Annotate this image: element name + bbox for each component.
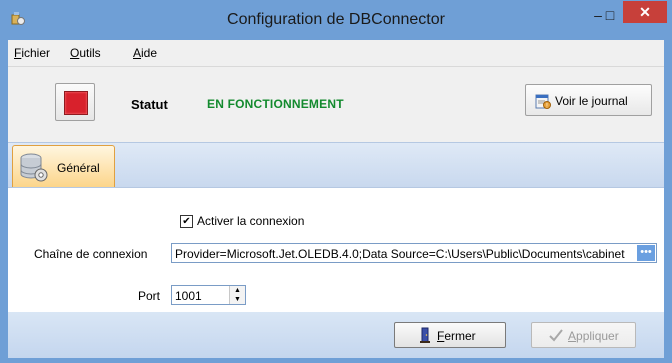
title-bar[interactable]: Configuration de DBConnector – □ ✕ — [0, 0, 672, 40]
checkmark-icon — [549, 329, 563, 342]
stop-service-button[interactable] — [55, 83, 95, 121]
tab-general-label: Général — [57, 161, 100, 175]
port-spin-buttons[interactable]: ▲ ▼ — [229, 286, 245, 304]
view-log-button[interactable]: ! Voir le journal — [525, 84, 652, 116]
connection-string-label: Chaîne de connexion — [34, 247, 148, 261]
port-stepper[interactable]: 1001 ▲ ▼ — [171, 285, 246, 305]
status-label: Statut — [131, 97, 168, 112]
connection-string-field[interactable]: Provider=Microsoft.Jet.OLEDB.4.0;Data So… — [171, 243, 657, 263]
close-button[interactable]: Fermer — [394, 322, 506, 348]
view-log-label: Voir le journal — [555, 94, 628, 108]
apply-label-rest: ppliquer — [576, 329, 619, 343]
general-panel: ✔ Activer la connexion Chaîne de connexi… — [8, 187, 664, 313]
menu-fichier[interactable]: Fichier — [14, 46, 50, 60]
menu-aide[interactable]: Aide — [133, 46, 157, 60]
log-icon: ! — [535, 94, 551, 109]
menu-fichier-label: ichier — [21, 46, 51, 60]
port-label: Port — [138, 289, 161, 303]
menu-aide-label: ide — [141, 46, 158, 60]
menu-outils[interactable]: Outils — [70, 46, 101, 60]
spin-up-icon[interactable]: ▲ — [230, 286, 245, 295]
apply-button[interactable]: Appliquer — [531, 322, 636, 348]
window-title: Configuration de DBConnector — [227, 11, 445, 28]
maximize-button[interactable]: □ — [598, 4, 622, 28]
apply-button-label: Appliquer — [568, 329, 619, 343]
connection-string-value: Provider=Microsoft.Jet.OLEDB.4.0;Data So… — [175, 247, 625, 261]
status-toolbar: Statut EN FONCTIONNEMENT ! Voir le journ… — [8, 67, 664, 142]
stop-icon — [64, 91, 88, 115]
close-window-button[interactable]: ✕ — [623, 1, 667, 23]
port-value: 1001 — [175, 289, 202, 303]
close-button-label: Fermer — [437, 329, 476, 343]
app-window: Configuration de DBConnector – □ ✕ Fichi… — [0, 0, 672, 363]
tab-general[interactable]: Général — [12, 145, 115, 187]
button-bar: Fermer Appliquer — [8, 312, 664, 358]
enable-connection-label: Activer la connexion — [197, 214, 305, 228]
status-value: EN FONCTIONNEMENT — [207, 97, 344, 111]
apply-mnemonic: A — [568, 329, 577, 343]
browse-connection-button[interactable]: ••• — [637, 245, 655, 261]
menu-outils-label: utils — [79, 46, 101, 60]
spin-down-icon[interactable]: ▼ — [230, 295, 245, 304]
menu-bar: Fichier Outils Aide — [8, 40, 664, 67]
menu-aide-mnemonic: A — [133, 46, 142, 60]
close-label-rest: ermer — [444, 329, 476, 343]
menu-outils-mnemonic: O — [70, 46, 80, 60]
database-settings-icon — [20, 153, 48, 182]
checkbox-box[interactable]: ✔ — [180, 215, 193, 228]
door-exit-icon — [420, 327, 430, 343]
tab-strip: Général — [8, 142, 664, 188]
